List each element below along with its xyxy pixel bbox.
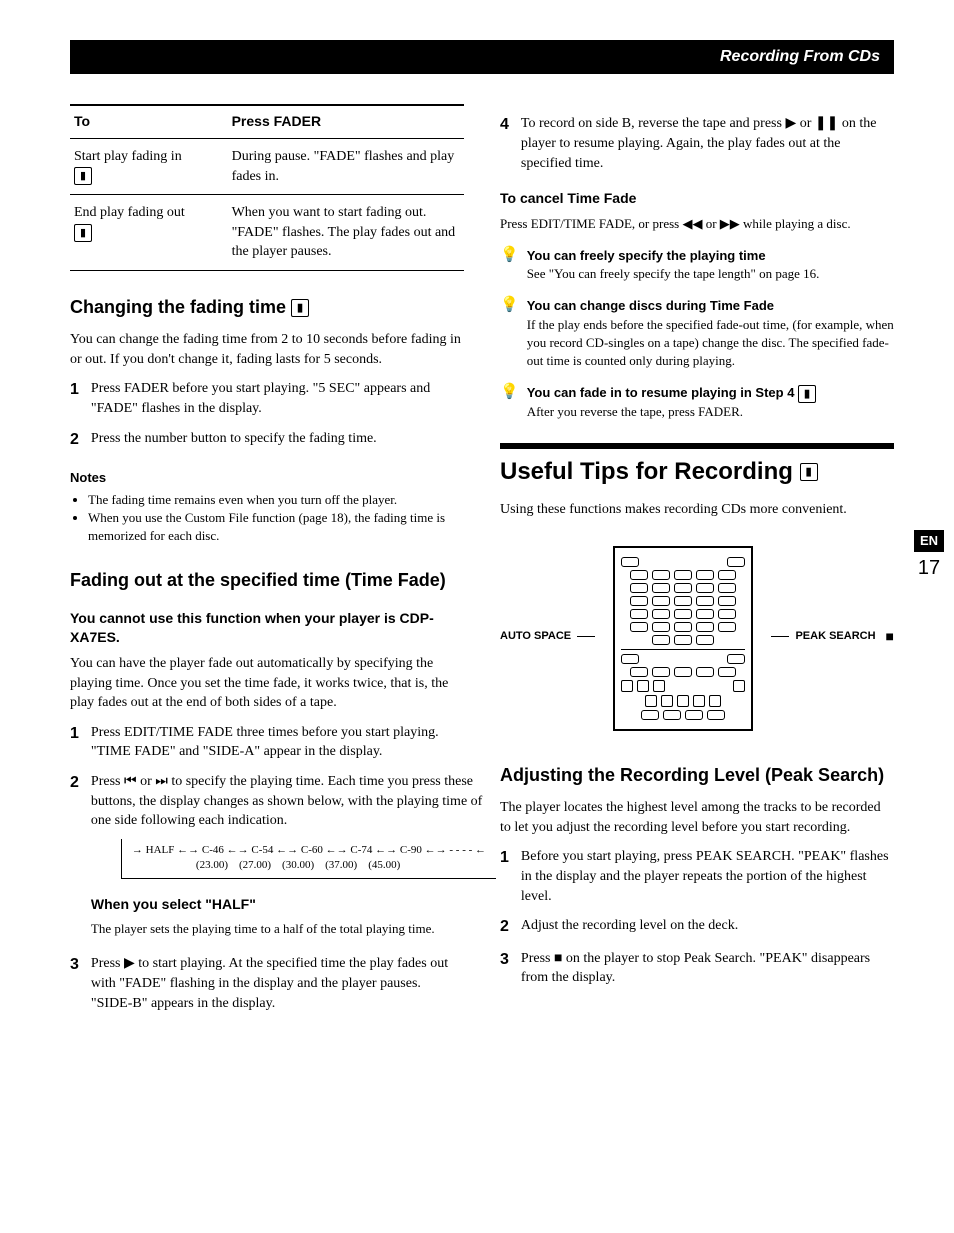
peak-step2: Adjust the recording level on the deck. — [521, 916, 894, 938]
useful-tips-heading: Useful Tips for Recording ▮ — [500, 443, 894, 489]
seq-line1: → HALF ←→ C-46 ←→ C-54 ←→ C-60 ←→ C-74 ←… — [132, 843, 486, 858]
timefade-warning: You cannot use this function when your p… — [70, 609, 464, 648]
tip1-title: You can freely specify the playing time — [527, 247, 894, 265]
auto-space-label: AUTO SPACE — [500, 629, 571, 644]
peak-steps: 1 Before you start playing, press PEAK S… — [500, 847, 894, 987]
notes-heading: Notes — [70, 469, 464, 487]
table-row: End play fading out ▮ When you want to s… — [70, 195, 464, 271]
useful-intro: Using these functions makes recording CD… — [500, 500, 894, 520]
step-number: 1 — [70, 723, 79, 762]
peak-step1: Before you start playing, press PEAK SEA… — [521, 847, 894, 906]
callout-line-icon — [771, 636, 789, 637]
lightbulb-icon: 💡 — [500, 298, 519, 370]
remote-icon: ▮ — [291, 299, 309, 317]
tip2-body: If the play ends before the specified fa… — [527, 316, 894, 371]
timefade-intro: You can have the player fade out automat… — [70, 654, 464, 713]
notes-list: The fading time remains even when you tu… — [70, 491, 464, 546]
tip1-body: See "You can freely specify the tape len… — [527, 265, 894, 283]
note-item: When you use the Custom File function (p… — [88, 509, 464, 545]
fader-r1-label: Start play fading in — [74, 149, 182, 164]
fader-th-to: To — [70, 105, 228, 138]
step-number: 4 — [500, 114, 509, 173]
lightbulb-icon: 💡 — [500, 248, 519, 283]
changing-steps: 1 Press FADER before you start playing. … — [70, 379, 464, 451]
step-number: 3 — [500, 949, 509, 988]
timefade-steps-cont: 4 To record on side B, reverse the tape … — [500, 114, 894, 173]
tip3-title: You can fade in to resume playing in Ste… — [527, 384, 894, 403]
remote-icon: ▮ — [800, 463, 818, 481]
timefade-step2: Press ⏮ or ⏭ to specify the playing time… — [91, 774, 482, 828]
page-badge: EN 17 — [914, 530, 944, 582]
chapter-header: Recording From CDs — [70, 40, 894, 74]
tape-length-sequence: → HALF ←→ C-46 ←→ C-54 ←→ C-60 ←→ C-74 ←… — [121, 839, 496, 879]
tip-block: 💡 You can freely specify the playing tim… — [500, 247, 894, 283]
remote-icon: ▮ — [798, 385, 816, 403]
peak-search-label: PEAK SEARCH — [795, 629, 875, 644]
remote-icon: ▮ — [74, 224, 92, 242]
peak-step3: Press ■ on the player to stop Peak Searc… — [521, 949, 894, 988]
half-body: The player sets the playing time to a ha… — [91, 920, 496, 938]
tip2-title: You can change discs during Time Fade — [527, 297, 894, 315]
fader-r1-desc: During pause. "FADE" flashes and play fa… — [228, 138, 464, 194]
timefade-heading: Fading out at the specified time (Time F… — [70, 568, 464, 593]
peak-search-heading: Adjusting the Recording Level (Peak Sear… — [500, 763, 894, 788]
cancel-body: Press EDIT/TIME FADE, or press ◀◀ or ▶▶ … — [500, 215, 894, 233]
step-number: 3 — [70, 954, 79, 1013]
tip3-body: After you reverse the tape, press FADER. — [527, 403, 894, 421]
changing-step1: Press FADER before you start playing. "5… — [91, 379, 464, 418]
peak-intro: The player locates the highest level amo… — [500, 798, 894, 837]
step-number: 2 — [500, 916, 509, 938]
fader-r2-desc: When you want to start fading out. "FADE… — [228, 195, 464, 271]
right-column: 4 To record on side B, reverse the tape … — [500, 104, 894, 997]
remote-diagram — [613, 546, 753, 731]
stop-icon: ■ — [886, 627, 894, 647]
lang-badge: EN — [914, 530, 944, 552]
remote-diagram-wrap: AUTO SPACE PEAK SEARCH ■ — [500, 532, 894, 741]
changing-fading-heading: Changing the fading time ▮ — [70, 295, 464, 320]
chapter-title: Recording From CDs — [720, 48, 880, 65]
cancel-heading: To cancel Time Fade — [500, 189, 894, 209]
page-number: 17 — [914, 554, 944, 582]
fader-r2-label: End play fading out — [74, 205, 185, 220]
step-number: 2 — [70, 772, 79, 944]
timefade-step1: Press EDIT/TIME FADE three times before … — [91, 723, 464, 762]
left-column: To Press FADER Start play fading in ▮ Du… — [70, 104, 464, 1023]
step-number: 1 — [70, 379, 79, 418]
step-number: 1 — [500, 847, 509, 906]
step-number: 2 — [70, 429, 79, 451]
changing-intro: You can change the fading time from 2 to… — [70, 330, 464, 369]
changing-step2: Press the number button to specify the f… — [91, 429, 464, 451]
remote-icon: ▮ — [74, 167, 92, 185]
timefade-step3: Press ▶ to start playing. At the specifi… — [91, 954, 464, 1013]
fader-table: To Press FADER Start play fading in ▮ Du… — [70, 104, 464, 271]
lightbulb-icon: 💡 — [500, 385, 519, 421]
tip-block: 💡 You can fade in to resume playing in S… — [500, 384, 894, 421]
timefade-step4: To record on side B, reverse the tape an… — [521, 114, 894, 173]
fader-th-press: Press FADER — [228, 105, 464, 138]
tip-block: 💡 You can change discs during Time Fade … — [500, 297, 894, 370]
table-row: Start play fading in ▮ During pause. "FA… — [70, 138, 464, 194]
seq-line2: (23.00) (27.00) (30.00) (37.00) (45.00) — [132, 858, 486, 873]
half-heading: When you select "HALF" — [91, 895, 496, 915]
callout-line-icon — [577, 636, 595, 637]
note-item: The fading time remains even when you tu… — [88, 491, 464, 509]
timefade-steps: 1 Press EDIT/TIME FADE three times befor… — [70, 723, 464, 1013]
